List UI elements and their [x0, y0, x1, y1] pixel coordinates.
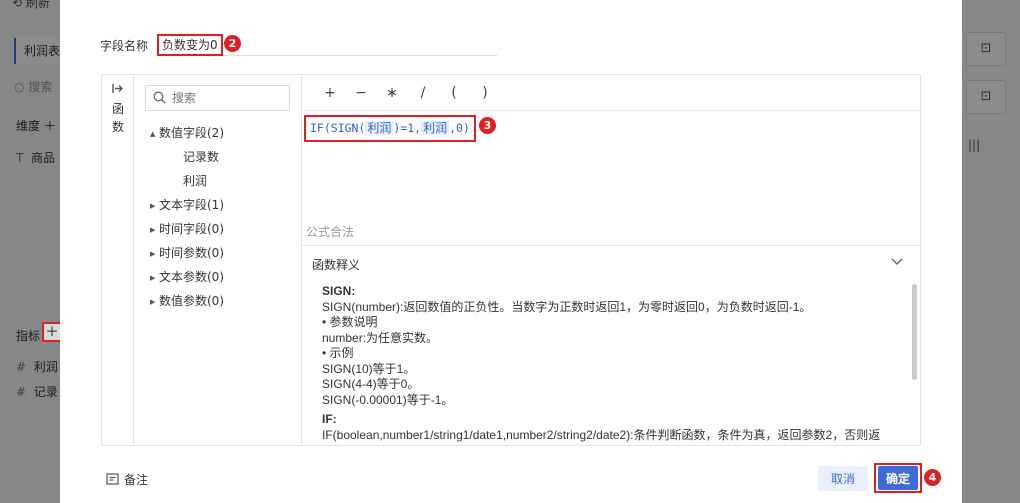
- explanation-title: 函数释义: [312, 258, 361, 272]
- chevron-down-icon[interactable]: [890, 254, 904, 268]
- function-tab-label: 函数: [111, 102, 124, 134]
- explanation-line: SIGN:: [322, 284, 356, 298]
- tree-group-numeric[interactable]: ▲ 数值字段(2): [150, 121, 300, 145]
- left-paren-button[interactable]: (: [444, 83, 464, 103]
- explanation-line: IF:: [322, 412, 337, 426]
- caret-right-icon: ▶: [150, 297, 156, 306]
- ok-button-highlight: 确定: [874, 463, 922, 493]
- collapse-arrow-icon: [102, 83, 133, 96]
- cancel-button[interactable]: 取消: [818, 466, 868, 491]
- ok-button[interactable]: 确定: [878, 466, 918, 490]
- explanation-line: SIGN(10)等于1。: [322, 361, 416, 376]
- field-tree: ▲ 数值字段(2) 记录数 利润 ▶ 文本字段(1) ▶ 时间字段(0) ▶ 时间参数(…: [150, 121, 300, 313]
- caret-right-icon: ▶: [150, 201, 156, 210]
- formula-input[interactable]: IF(SIGN(利润)=1, 利润 ,0): [304, 115, 476, 142]
- formula-text: IF(SIGN(: [310, 121, 366, 135]
- caret-right-icon: ▶: [150, 273, 156, 282]
- caret-right-icon: ▶: [150, 249, 156, 258]
- formula-editor: 函数 ▲数值字段(2) 记录数 利润 ▶文本字段(1) ▶时间字段(0) ▶时间…: [101, 74, 921, 446]
- formula-valid-status: 公式合法: [306, 225, 355, 239]
- field-tree-panel: ▲数值字段(2) 记录数 利润 ▶文本字段(1) ▶时间字段(0) ▶时间参数(…: [134, 75, 302, 445]
- callout-badge: 4: [924, 469, 941, 486]
- tree-group-text-param[interactable]: ▶ 文本参数(0): [150, 265, 300, 289]
- multiply-operator-button[interactable]: ∗: [382, 83, 402, 103]
- search-icon: [153, 91, 166, 104]
- explanation-scrollbar[interactable]: [912, 284, 917, 380]
- divide-operator-button[interactable]: /: [413, 83, 433, 103]
- caret-down-icon: ▲: [150, 129, 156, 138]
- plus-operator-button[interactable]: +: [320, 83, 340, 103]
- explanation-line: SIGN(-0.00001)等于-1。: [322, 392, 454, 407]
- explanation-line: SIGN(number):返回数值的正负性。当数字为正数时返回1，为零时返回0，…: [322, 299, 812, 314]
- formula-text: ,0): [449, 121, 470, 135]
- minus-operator-button[interactable]: −: [351, 83, 371, 103]
- formula-field-token[interactable]: 利润: [365, 121, 394, 135]
- tree-search-input[interactable]: [172, 90, 282, 106]
- function-explanation-panel: 函数释义 SIGN: SIGN(number):返回数值的正负性。当数字为正数时…: [302, 245, 920, 445]
- remark-button[interactable]: 备注: [106, 471, 148, 488]
- explanation-line: • 示例: [322, 346, 354, 360]
- tree-group-time-param[interactable]: ▶ 时间参数(0): [150, 241, 300, 265]
- field-name-label: 字段名称: [100, 39, 149, 53]
- formula-field-token[interactable]: 利润: [421, 121, 450, 135]
- formula-panel: + − ∗ / ( ) IF(SIGN(利润)=1, 利润 ,0) 公式合法 函数释…: [302, 75, 920, 445]
- tree-group-numeric-param[interactable]: ▶ 数值参数(0): [150, 289, 300, 313]
- remark-label: 备注: [124, 473, 149, 487]
- tree-group-text[interactable]: ▶ 文本字段(1): [150, 193, 300, 217]
- explanation-line: IF(boolean,number1/string1/date1,number2…: [322, 427, 881, 442]
- field-name-value[interactable]: 负数变为0: [157, 34, 223, 56]
- explanation-line: • 参数说明: [322, 315, 378, 329]
- tree-field-record-count[interactable]: 记录数: [150, 145, 300, 169]
- calculated-field-dialog: 字段名称 负数变为0 2 函数 ▲数值字段(2) 记录数 利润 ▶文本字段(1)…: [60, 0, 962, 503]
- tree-field-profit[interactable]: 利润: [150, 169, 300, 193]
- note-icon: [106, 473, 119, 485]
- add-measure-button[interactable]: +: [42, 322, 62, 342]
- tree-search-box[interactable]: [145, 85, 290, 111]
- field-name-input[interactable]: 负数变为0: [157, 34, 497, 56]
- formula-text: )=1,: [393, 121, 422, 135]
- explanation-line: number:为任意实数。: [322, 330, 439, 345]
- explanation-text: SIGN: SIGN(number):返回数值的正负性。当数字为正数时返回1，为…: [322, 284, 902, 444]
- function-tab[interactable]: 函数: [102, 75, 134, 445]
- explanation-line: SIGN(4-4)等于0。: [322, 377, 420, 391]
- callout-badge: 2: [224, 35, 241, 52]
- tree-group-time[interactable]: ▶ 时间字段(0): [150, 217, 300, 241]
- right-paren-button[interactable]: ): [475, 83, 495, 103]
- caret-right-icon: ▶: [150, 225, 156, 234]
- operator-bar: + − ∗ / ( ): [302, 75, 920, 111]
- callout-badge: 3: [479, 117, 496, 134]
